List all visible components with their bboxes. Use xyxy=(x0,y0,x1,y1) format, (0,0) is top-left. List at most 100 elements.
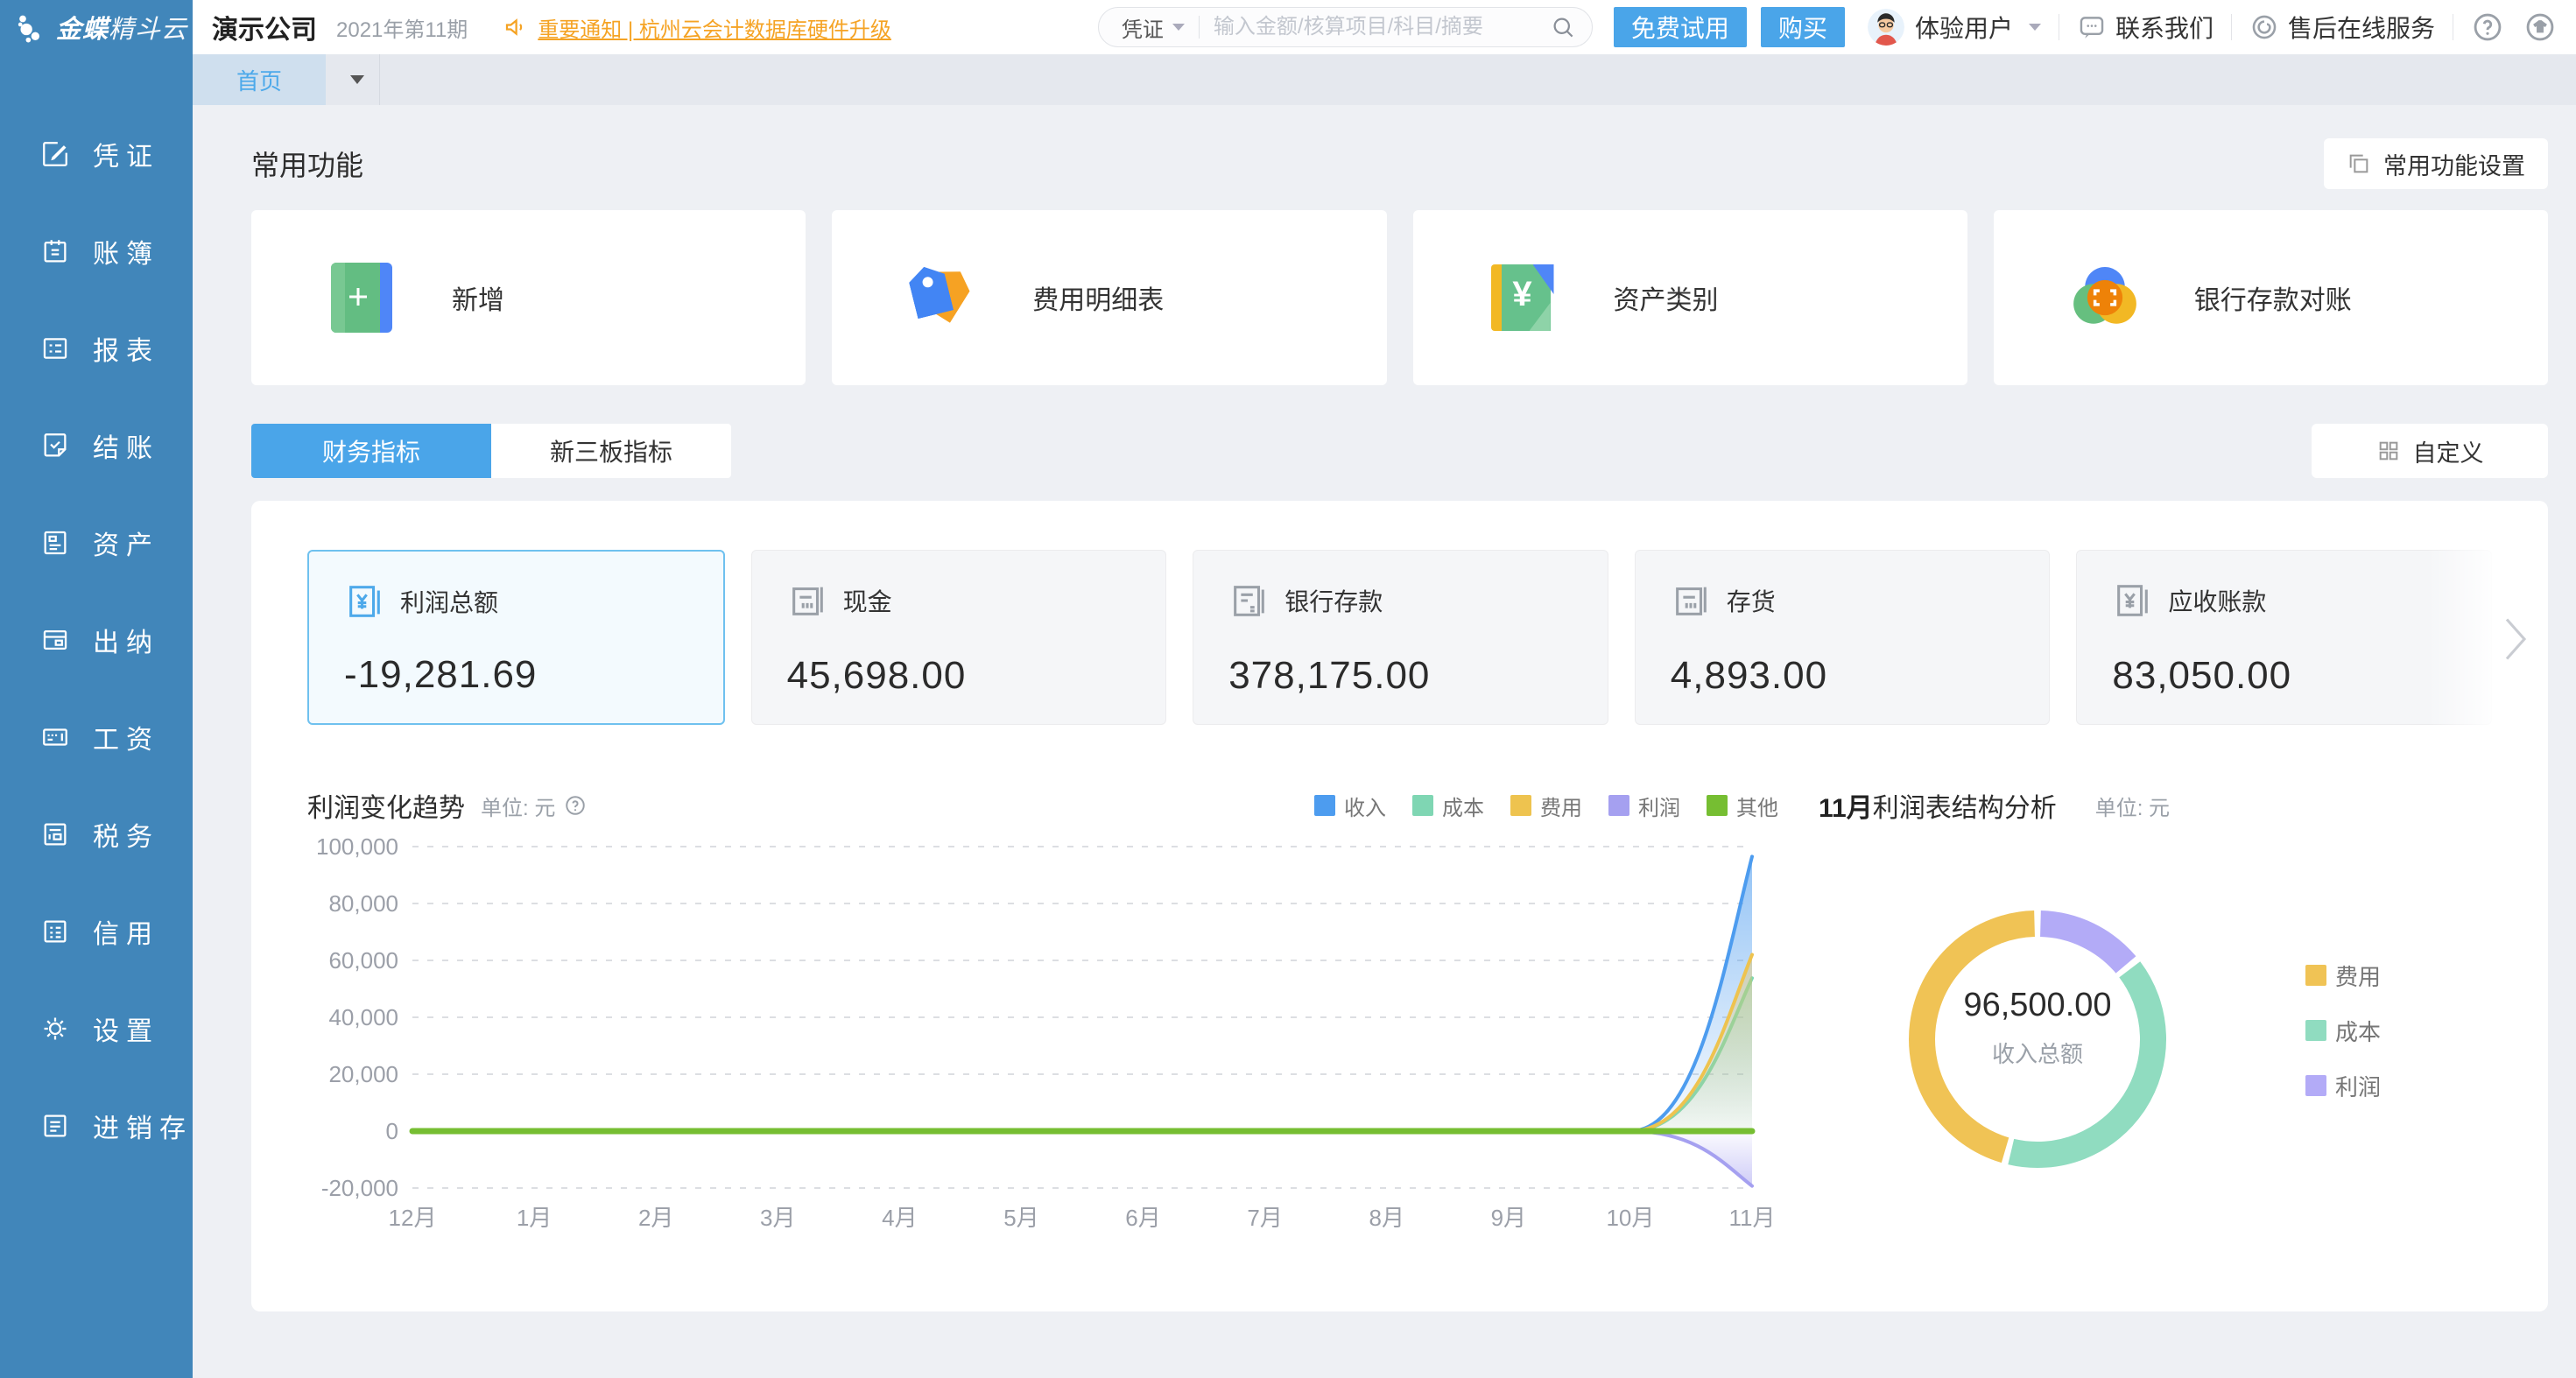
tax-icon xyxy=(40,819,70,849)
notice-link[interactable]: 重要通知 | 杭州云会计数据库硬件升级 xyxy=(538,12,891,43)
gear-icon xyxy=(40,1014,70,1044)
search-category[interactable]: 凭证 xyxy=(1122,12,1164,43)
chevron-down-icon[interactable] xyxy=(1172,24,1185,31)
legend-other[interactable]: 其他 xyxy=(1707,791,1778,821)
chevron-down-icon xyxy=(350,75,364,84)
profit-trend-chart: 利润变化趋势 单位: 元 收入 成本 费用 利润 其他 -20,000020,0… xyxy=(307,786,1778,1236)
quick-functions-settings-button[interactable]: 常用功能设置 xyxy=(2324,138,2548,189)
svg-text:-20,000: -20,000 xyxy=(321,1175,398,1201)
cash-drawer-icon xyxy=(787,580,827,621)
free-trial-button[interactable]: 免费试用 xyxy=(1614,7,1747,47)
donut-center: 96,500.00 收入总额 xyxy=(1819,987,2256,1069)
sidebar-item-asset[interactable]: 资产 xyxy=(0,494,193,591)
sidebar-item-credit[interactable]: 信用 xyxy=(0,882,193,980)
svg-text:1月: 1月 xyxy=(517,1205,552,1231)
page-tabbar: 首页 xyxy=(193,54,2576,105)
chart-title: 利润变化趋势 xyxy=(307,786,465,825)
sidebar-item-closing[interactable]: 结账 xyxy=(0,397,193,494)
legend-income[interactable]: 收入 xyxy=(1314,791,1386,821)
metric-value: 45,698.00 xyxy=(787,654,1166,698)
sidebar-item-payroll[interactable]: 工资 xyxy=(0,688,193,785)
legend-profit[interactable]: 利润 xyxy=(1608,791,1680,821)
sidebar-item-inventory[interactable]: 进销存 xyxy=(0,1077,193,1174)
legend-cost[interactable]: 成本 xyxy=(2305,1015,2381,1047)
question-icon[interactable] xyxy=(2471,11,2504,44)
chevron-down-icon xyxy=(2029,24,2041,31)
legend-expense[interactable]: 费用 xyxy=(1510,791,1582,821)
donut-unit: 单位: 元 xyxy=(2095,791,2170,821)
butterfly-dots-icon xyxy=(14,10,49,45)
legend-cost[interactable]: 成本 xyxy=(1412,791,1484,821)
metric-inventory[interactable]: 存货 4,893.00 xyxy=(1635,550,2051,725)
metric-value: -19,281.69 xyxy=(344,653,723,697)
search-input[interactable] xyxy=(1214,15,1550,39)
profit-structure-chart: 11月利润表结构分析 单位: 元 96,500.00 收入总额 费用 xyxy=(1778,786,2492,1236)
chevron-right-icon[interactable] xyxy=(2502,613,2529,665)
line-chart-canvas[interactable]: -20,000020,00040,00060,00080,000100,0001… xyxy=(307,825,1778,1236)
copy-icon xyxy=(2347,151,2371,176)
app-screen: 金蝶精斗云 凭证 账簿 报表 结账 资产 xyxy=(0,0,2576,1378)
metric-value: 83,050.00 xyxy=(2112,654,2491,698)
divider xyxy=(2231,14,2232,40)
sidebar-item-cashier[interactable]: 出纳 xyxy=(0,591,193,688)
customize-button[interactable]: 自定义 xyxy=(2312,424,2548,478)
legend-expense[interactable]: 费用 xyxy=(2305,960,2381,992)
payroll-icon xyxy=(40,722,70,752)
tshirt-icon[interactable] xyxy=(2523,11,2557,44)
accounting-period: 2021年第11期 xyxy=(336,12,468,43)
metric-cash[interactable]: 现金 45,698.00 xyxy=(751,550,1167,725)
metric-receivables[interactable]: 应收账款 83,050.00 xyxy=(2076,550,2492,725)
asset-book-icon: ¥ xyxy=(1488,261,1561,334)
card-asset-category[interactable]: ¥ 资产类别 xyxy=(1413,210,1967,385)
new-book-icon xyxy=(326,261,399,334)
svg-text:4月: 4月 xyxy=(882,1205,917,1231)
sidebar-item-settings[interactable]: 设置 xyxy=(0,980,193,1077)
sidebar-item-ledger[interactable]: 账簿 xyxy=(0,202,193,299)
svg-text:12月: 12月 xyxy=(389,1205,437,1231)
sidebar-item-voucher[interactable]: 凭证 xyxy=(0,105,193,202)
brand-logo[interactable]: 金蝶精斗云 xyxy=(0,0,193,54)
after-sales-service-link[interactable]: 售后在线服务 xyxy=(2249,10,2435,45)
metric-bank-deposit[interactable]: 银行存款 378,175.00 xyxy=(1193,550,1608,725)
tab-financial-indicators[interactable]: 财务指标 xyxy=(251,424,491,478)
card-new[interactable]: 新增 xyxy=(251,210,806,385)
search-box[interactable]: 凭证 xyxy=(1098,7,1593,47)
legend-swatch xyxy=(1314,795,1335,816)
contact-us-link[interactable]: 联系我们 xyxy=(2077,10,2214,45)
grid-icon xyxy=(2376,439,2401,463)
user-menu[interactable]: 体验用户 xyxy=(1915,10,2041,45)
quick-functions-title: 常用功能 xyxy=(251,144,363,184)
search-icon[interactable] xyxy=(1550,14,1576,40)
svg-text:8月: 8月 xyxy=(1369,1205,1404,1231)
sidebar-item-tax[interactable]: 税务 xyxy=(0,785,193,882)
svg-text:80,000: 80,000 xyxy=(328,890,398,917)
metric-total-profit[interactable]: 利润总额 -19,281.69 xyxy=(307,550,725,725)
sidebar-item-report[interactable]: 报表 xyxy=(0,299,193,397)
buy-button[interactable]: 购买 xyxy=(1761,7,1845,47)
svg-text:3月: 3月 xyxy=(760,1205,795,1231)
card-expense-detail[interactable]: 费用明细表 xyxy=(832,210,1386,385)
card-bank-reconciliation[interactable]: 银行存款对账 xyxy=(1994,210,2548,385)
svg-text:11月: 11月 xyxy=(1729,1205,1776,1231)
asset-icon xyxy=(40,528,70,558)
legend-swatch xyxy=(1608,795,1629,816)
brand-name: 金蝶精斗云 xyxy=(56,9,187,46)
svg-text:7月: 7月 xyxy=(1247,1205,1282,1231)
user-avatar[interactable] xyxy=(1868,9,1904,46)
tab-neeq-indicators[interactable]: 新三板指标 xyxy=(491,424,731,478)
help-icon[interactable] xyxy=(564,794,587,817)
svg-text:60,000: 60,000 xyxy=(328,947,398,974)
bank-reconcile-icon xyxy=(2068,261,2142,334)
cashier-icon xyxy=(40,625,70,655)
legend-swatch xyxy=(2305,1075,2326,1096)
ledger-icon xyxy=(40,236,70,266)
donut-title: 11月利润表结构分析 xyxy=(1819,786,2057,825)
legend-swatch xyxy=(2305,1020,2326,1041)
tab-dropdown-button[interactable] xyxy=(326,54,380,105)
svg-text:20,000: 20,000 xyxy=(328,1061,398,1087)
price-tags-icon xyxy=(906,261,980,334)
tab-home[interactable]: 首页 xyxy=(193,54,326,105)
svg-text:2月: 2月 xyxy=(638,1205,673,1231)
report-icon xyxy=(40,334,70,363)
legend-profit[interactable]: 利润 xyxy=(2305,1070,2381,1102)
